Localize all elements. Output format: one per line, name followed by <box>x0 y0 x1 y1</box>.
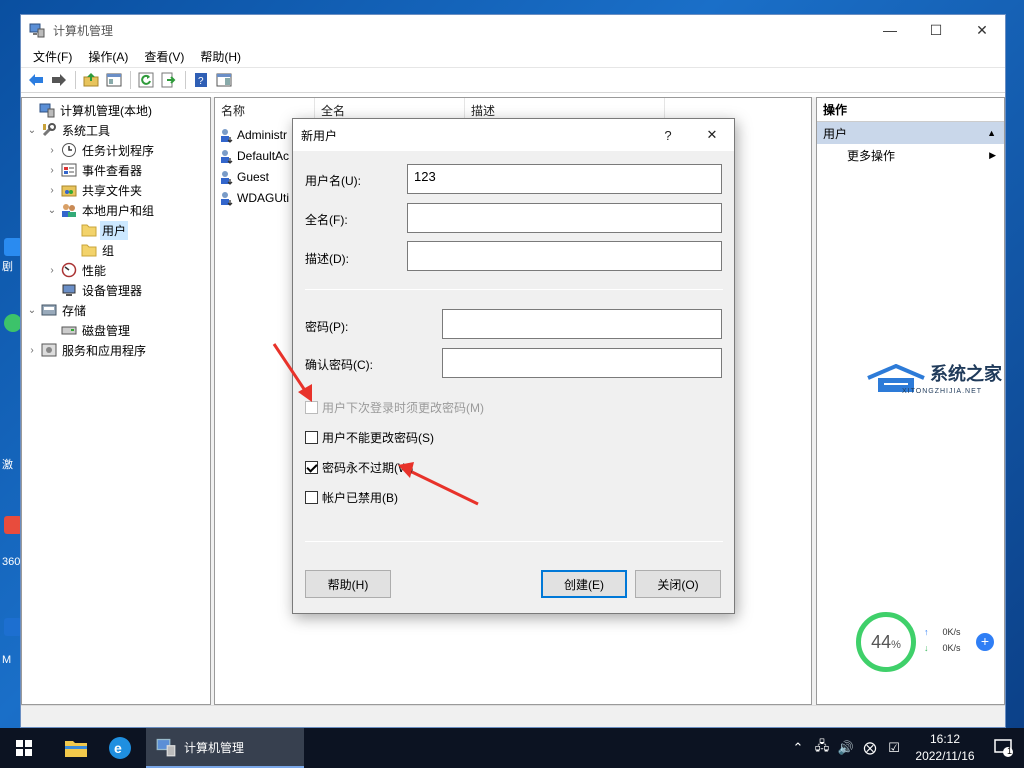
memory-percent: 44 <box>871 631 892 652</box>
notification-count: 1 <box>1006 746 1012 756</box>
download-arrow-icon: ↓ <box>924 643 929 653</box>
clock-date: 2022/11/16 <box>915 749 975 763</box>
taskbar-app-label: 计算机管理 <box>184 740 245 755</box>
taskbar-edge[interactable]: e <box>98 728 142 768</box>
annotation-arrow-left <box>411 470 479 506</box>
show-hidden-icons-button[interactable]: ⌃ <box>786 740 810 756</box>
download-value: 0K/s <box>942 643 961 653</box>
download-speed: ↓ 0K/s <box>924 643 961 653</box>
network-speed-widget[interactable]: ↑ 0K/s ↓ 0K/s + 44% <box>856 612 1002 672</box>
annotation-arrowhead <box>298 384 312 402</box>
tray-app-icon[interactable]: ⨂ <box>858 740 882 756</box>
edge-browser-icon: e <box>109 737 131 759</box>
speed-panel: ↑ 0K/s ↓ 0K/s + <box>912 620 1002 664</box>
start-button[interactable] <box>0 728 48 768</box>
annotation-arrow-down <box>272 343 308 393</box>
taskbar-file-explorer[interactable] <box>54 728 98 768</box>
volume-icon[interactable]: 🔊 <box>834 740 858 756</box>
percent-sign: % <box>891 639 901 651</box>
notification-center-button[interactable]: 1 <box>984 739 1024 757</box>
system-tray: ⌃ 🖧 🔊 ⨂ ☑ 16:12 2022/11/16 1 <box>786 728 1024 768</box>
annotation-arrowhead <box>398 462 414 478</box>
network-icon[interactable]: 🖧 <box>810 737 834 759</box>
watermark: 系统之家 XITONGZHIJIA.NET <box>866 358 1016 408</box>
taskbar-computer-management[interactable]: 计算机管理 <box>146 728 304 768</box>
security-icon[interactable]: ☑ <box>882 740 906 756</box>
watermark-url: XITONGZHIJIA.NET <box>902 388 983 395</box>
upload-value: 0K/s <box>942 627 961 637</box>
svg-text:e: e <box>114 740 122 756</box>
clock-time: 16:12 <box>929 732 961 746</box>
windows-logo-icon <box>16 740 32 756</box>
memory-usage-circle[interactable]: 44% <box>856 612 916 672</box>
upload-speed: ↑ 0K/s <box>924 627 961 637</box>
computer-management-icon <box>156 738 176 757</box>
file-explorer-icon <box>65 741 87 757</box>
taskbar: e 计算机管理 ⌃ 🖧 🔊 ⨂ ☑ 16:12 2022/11/16 1 <box>0 728 1024 768</box>
watermark-name: 系统之家 <box>930 364 1002 384</box>
clock[interactable]: 16:12 2022/11/16 <box>906 731 984 765</box>
plus-icon[interactable]: + <box>976 633 994 651</box>
upload-arrow-icon: ↑ <box>924 627 929 637</box>
